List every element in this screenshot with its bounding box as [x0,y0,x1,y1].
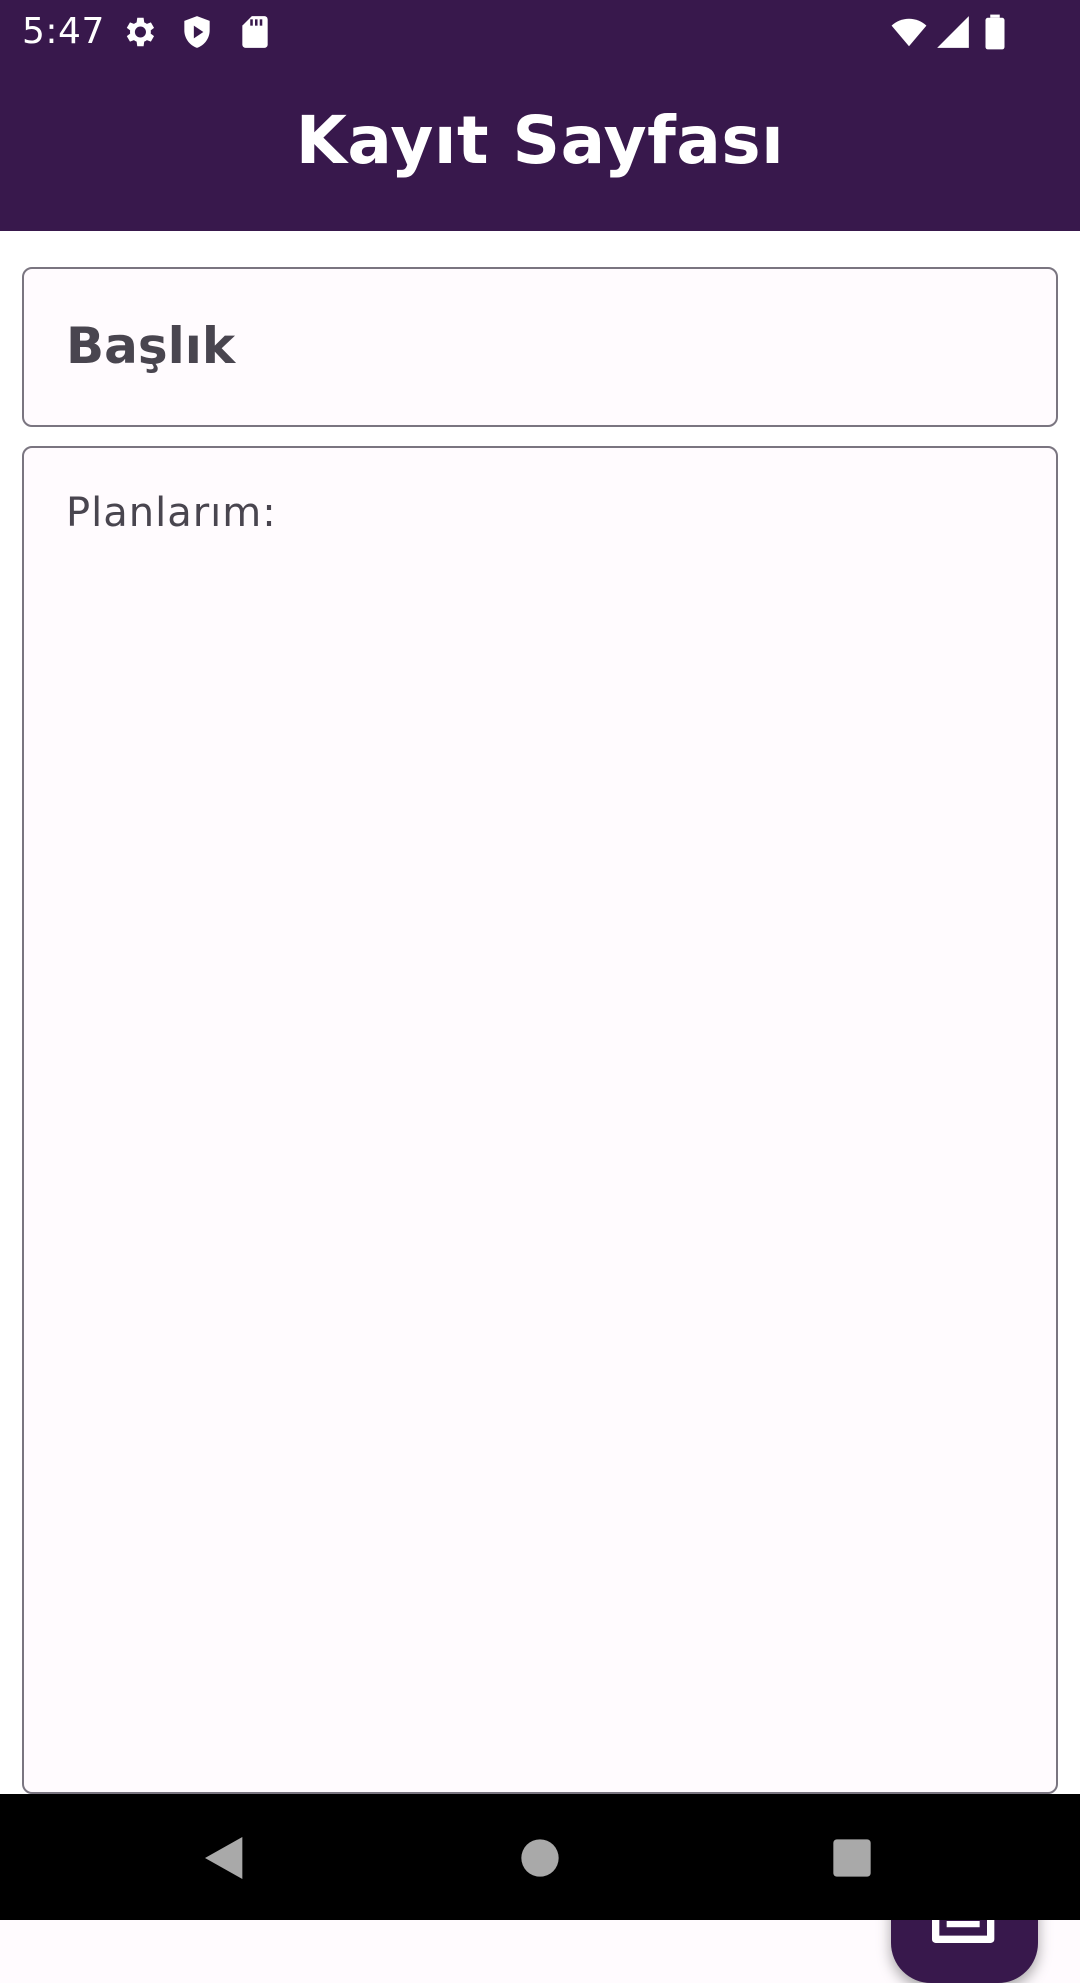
back-icon[interactable] [198,1830,254,1886]
title-placeholder: Başlık [66,317,236,375]
status-time: 5:47 [22,11,105,52]
battery-icon [976,13,1014,51]
wifi-icon [890,13,928,51]
recents-icon[interactable] [824,1830,880,1886]
plans-placeholder: Planlarım: [66,490,277,536]
shield-play-icon [178,13,216,51]
gear-icon [120,13,158,51]
status-bar: 5:47 [0,0,1080,63]
title-input[interactable]: Başlık [22,267,1058,427]
app-bar: Kayıt Sayfası [0,63,1080,231]
navigation-bar [0,1794,1080,1920]
page-title: Kayıt Sayfası [295,101,785,179]
form-content: Başlık Planlarım: [0,231,1080,1983]
cell-signal-icon [934,13,972,51]
home-icon[interactable] [512,1830,568,1886]
plans-textarea[interactable]: Planlarım: [22,446,1058,1794]
sd-card-icon [236,13,274,51]
